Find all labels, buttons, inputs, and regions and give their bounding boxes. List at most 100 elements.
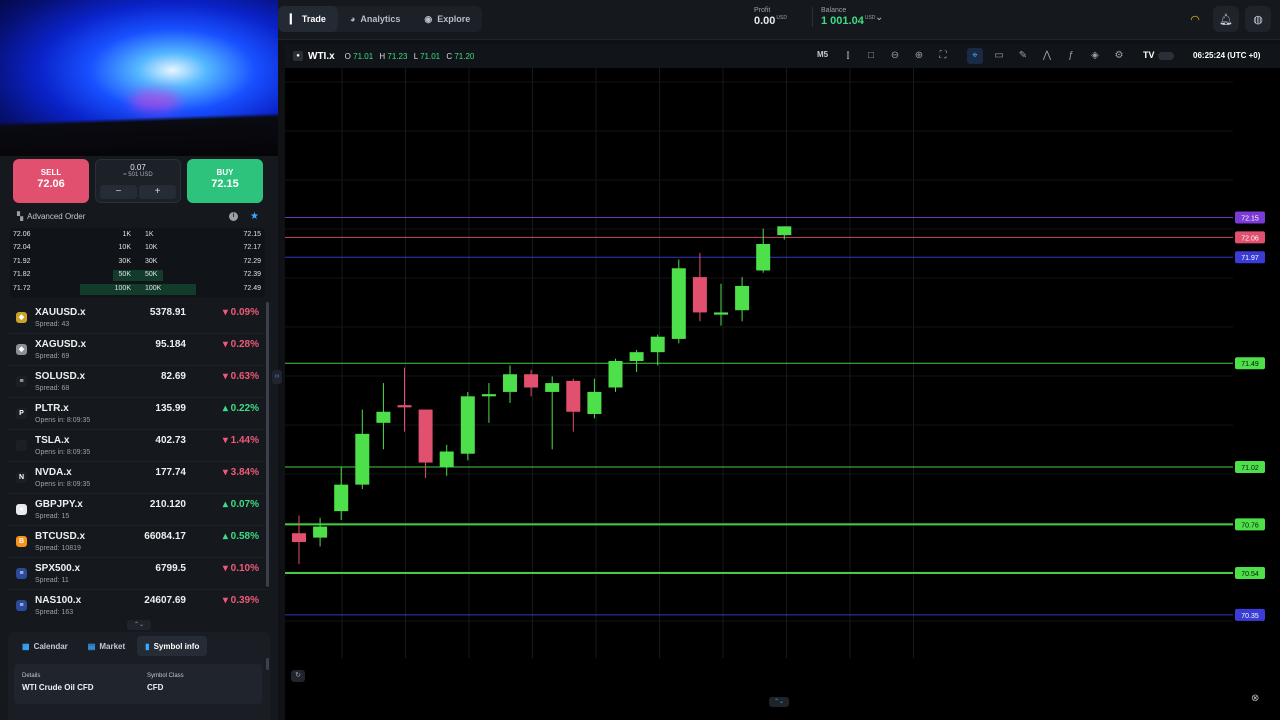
- chevron-down-icon[interactable]: ⌄: [875, 12, 883, 23]
- candle-body: [292, 533, 306, 543]
- candles-icon[interactable]: ⫾: [840, 48, 856, 64]
- indicators-icon[interactable]: ƒ: [1063, 48, 1079, 64]
- symbol-subtitle: Spread: 43: [35, 321, 70, 328]
- timeframe-selector[interactable]: M5: [817, 50, 828, 59]
- market-icon: ▤: [87, 641, 96, 651]
- volume-decrease-button[interactable]: −: [100, 185, 137, 199]
- price-line-label: 72.15: [1241, 216, 1259, 223]
- symbol-change-value: 1.44%: [230, 435, 259, 446]
- symbol-change-value: 0.63%: [230, 371, 259, 382]
- tesla-icon: [16, 440, 27, 451]
- depth-ask-size: 1K: [145, 231, 154, 238]
- symbol-change-value: 0.39%: [230, 595, 259, 606]
- candlestick-chart[interactable]: 72.15 72.06 71.97 71.49 71.02 70.76 70.54 70.35: [285, 68, 1280, 682]
- candle-body: [777, 226, 792, 236]
- chart-symbol[interactable]: ● WTI.x: [293, 51, 335, 62]
- pattern-icon[interactable]: ⋀: [1039, 48, 1055, 64]
- depth-bid-price: 71.72: [13, 284, 31, 292]
- symbol-change: ▴ 0.58%: [223, 531, 259, 542]
- tab-trade[interactable]: ▎ Trade: [278, 6, 338, 32]
- symbol-name: NVDA.x: [35, 467, 72, 478]
- symbol-row[interactable]: ≡ SPX500.x Spread: 11 6799.5 ▾ 0.10%: [8, 558, 267, 590]
- zoom-out-icon[interactable]: ⊖: [887, 48, 903, 64]
- oil-icon: ●: [293, 51, 303, 61]
- symbol-subtitle: Opens in: 8:09:35: [35, 417, 91, 424]
- collapse-panel-handle[interactable]: ‹›: [272, 370, 282, 384]
- bell-icon[interactable]: 🔔︎: [1213, 6, 1239, 32]
- candle-body: [481, 394, 496, 397]
- advanced-order-toggle[interactable]: ▚ Advanced Order i ★: [17, 209, 262, 223]
- layers-icon[interactable]: ◈: [1087, 48, 1103, 64]
- balance-stat[interactable]: Balance 1 001.04USD: [812, 7, 875, 27]
- tab-analytics[interactable]: ◕ Analytics: [338, 6, 412, 32]
- candle-body: [397, 405, 412, 408]
- symbol-row[interactable]: ◆ XAGUSD.x Spread: 69 95.184 ▾ 0.28%: [8, 334, 267, 366]
- symbol-row[interactable]: ◆ XAUUSD.x Spread: 43 5378.91 ▾ 0.09%: [8, 302, 267, 334]
- profit-value: 0.00: [754, 15, 776, 27]
- wifi-icon: ◠: [1190, 13, 1200, 26]
- candle-body: [587, 391, 602, 414]
- symbol-price: 95.184: [155, 339, 186, 350]
- volume-increase-button[interactable]: +: [139, 185, 176, 199]
- info-icon[interactable]: i: [229, 211, 238, 221]
- symbol-row[interactable]: B BTCUSD.x Spread: 10819 66084.17 ▴ 0.58%: [8, 526, 267, 558]
- time-scroll-handle[interactable]: ⌃⌄: [769, 697, 789, 707]
- balance-label: Balance: [821, 7, 847, 14]
- arrow-down-icon: ▾: [222, 563, 231, 574]
- tab-market-label: Market: [99, 641, 126, 651]
- theme-toggle[interactable]: [1158, 52, 1174, 60]
- tab-symbol-info-label: Symbol info: [153, 641, 200, 651]
- bottom-panel-scrollbar[interactable]: [266, 658, 269, 670]
- depth-bid-price: 72.04: [13, 244, 31, 252]
- reset-chart-icon[interactable]: ↻: [291, 670, 305, 682]
- symbol-price: 5378.91: [149, 307, 186, 318]
- zoom-in-icon[interactable]: ⊕: [911, 48, 927, 64]
- pencil-icon[interactable]: ✎: [1015, 48, 1031, 64]
- settings-icon[interactable]: ⚙: [1111, 48, 1127, 64]
- star-icon[interactable]: ★: [250, 211, 259, 222]
- fullscreen-icon[interactable]: ⛶: [935, 48, 951, 64]
- candle-body: [608, 361, 623, 388]
- symbol-change-value: 0.10%: [230, 563, 259, 574]
- tab-analytics-label: Analytics: [360, 14, 401, 24]
- sell-button[interactable]: SELL 72.06: [13, 159, 89, 203]
- ohlc-readout: O 71.01 H 71.23 L 71.01 C 71.20: [345, 52, 479, 61]
- buy-button[interactable]: BUY 72.15: [187, 159, 263, 203]
- symbol-subtitle: Spread: 15: [35, 513, 70, 520]
- tab-calendar[interactable]: ▦ Calendar: [14, 636, 76, 656]
- profile-icon[interactable]: ◍: [1245, 6, 1271, 32]
- calendar-icon: ▦: [22, 641, 30, 651]
- tab-explore[interactable]: ◉ Explore: [412, 6, 482, 32]
- symbol-row[interactable]: ● GBPJPY.x Spread: 15 210.120 ▴ 0.07%: [8, 494, 267, 526]
- tab-market[interactable]: ▤ Market: [80, 636, 133, 656]
- flag-us-icon: ≡: [16, 568, 27, 579]
- arrow-up-icon: ▴: [222, 531, 231, 542]
- symbol-list-scrollbar[interactable]: [266, 302, 269, 587]
- symbol-subtitle: Spread: 11: [35, 577, 69, 584]
- ohlc-low-label: L: [413, 51, 418, 61]
- volume-stepper[interactable]: 0.07 ≈ 501 USD − +: [95, 159, 181, 203]
- price-line-label: 71.49: [1241, 361, 1259, 368]
- symbol-row[interactable]: TSLA.x Opens in: 8:09:35 402.73 ▾ 1.44%: [8, 430, 267, 462]
- symbol-subtitle: Opens in: 8:09:35: [35, 449, 91, 456]
- crosshair-icon[interactable]: ⌖: [967, 48, 983, 64]
- symbol-name: SPX500.x: [35, 563, 81, 574]
- depth-bid-price: 72.06: [13, 231, 31, 238]
- symbol-change: ▾ 0.09%: [223, 307, 259, 318]
- symbol-row[interactable]: ≡ NAS100.x Spread: 163 24607.69 ▾ 0.39%: [8, 590, 267, 618]
- volume-value[interactable]: 0.07: [96, 163, 180, 172]
- ruler-icon[interactable]: ▭: [991, 48, 1007, 64]
- balance-value: 1 001.04: [821, 15, 864, 27]
- symbol-row[interactable]: ≡ SOLUSD.x Spread: 68 82.69 ▾ 0.63%: [8, 366, 267, 398]
- sell-price: 72.06: [37, 178, 65, 190]
- symbol-row[interactable]: P PLTR.x Opens in: 8:09:35 135.99 ▴ 0.22%: [8, 398, 267, 430]
- chart-settings-icon[interactable]: ⊗: [1251, 693, 1259, 704]
- symbol-row[interactable]: N NVDA.x Opens in: 8:09:35 177.74 ▾ 3.84%: [8, 462, 267, 494]
- crowd-silhouette: [0, 96, 278, 156]
- advanced-order-icon: ▚: [17, 211, 24, 221]
- price-line-label: 71.02: [1241, 465, 1259, 472]
- symbol-change: ▴ 0.07%: [223, 499, 259, 510]
- rectangle-icon[interactable]: □: [863, 48, 879, 64]
- tab-symbol-info[interactable]: ▮ Symbol info: [137, 636, 208, 656]
- expand-handle[interactable]: ⌃⌄: [127, 620, 151, 630]
